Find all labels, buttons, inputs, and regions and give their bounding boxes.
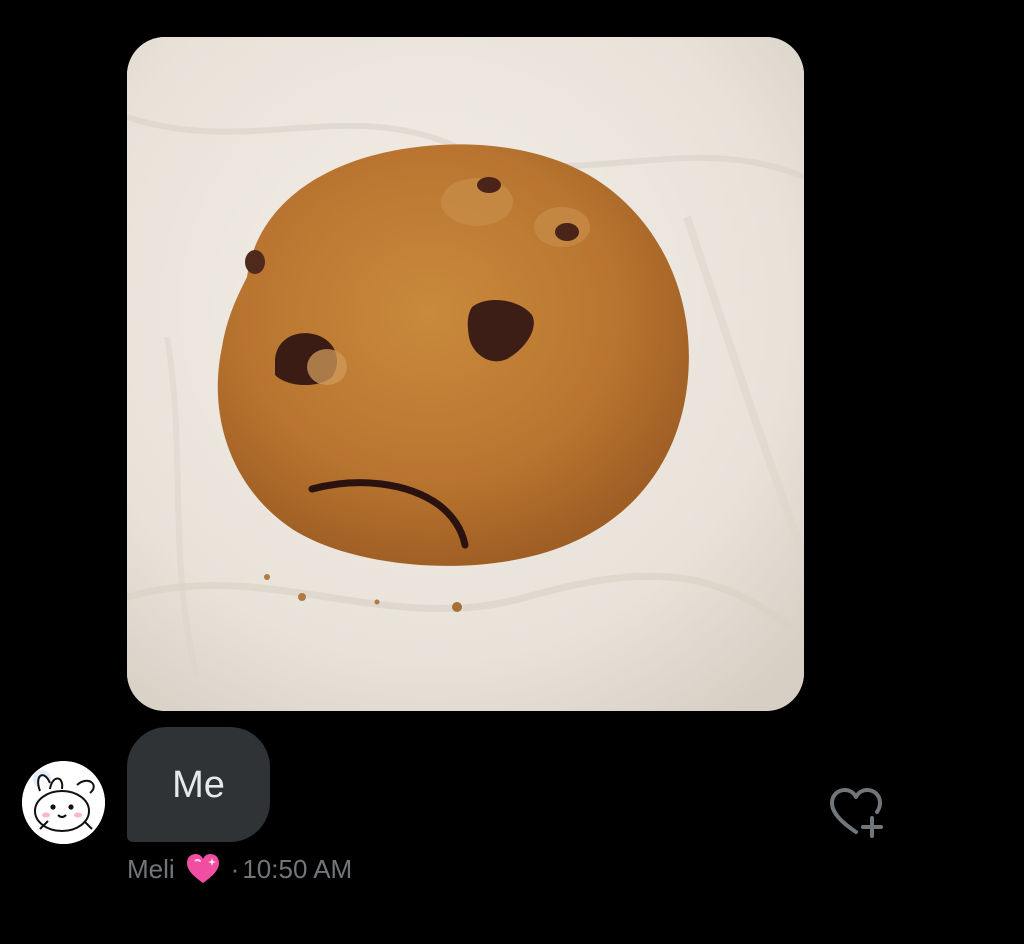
- message-bubble[interactable]: Me: [127, 727, 270, 842]
- dm-conversation: Me Meli · 10:50 AM: [0, 0, 1024, 944]
- add-reaction-button[interactable]: [826, 784, 888, 840]
- bunny-avatar-icon: [22, 761, 105, 844]
- sender-name[interactable]: Meli: [127, 854, 175, 885]
- heart-plus-icon: [830, 788, 883, 838]
- message-photo[interactable]: [127, 37, 804, 711]
- message-timestamp: 10:50 AM: [242, 853, 353, 884]
- message-meta: Meli · 10:50 AM: [127, 852, 352, 886]
- sparkling-pink-heart-icon: [185, 852, 221, 886]
- sender-avatar[interactable]: [22, 761, 105, 844]
- meta-separator: ·: [230, 853, 240, 884]
- message-text: Me: [172, 763, 225, 806]
- cookie-photo-image: [127, 37, 804, 711]
